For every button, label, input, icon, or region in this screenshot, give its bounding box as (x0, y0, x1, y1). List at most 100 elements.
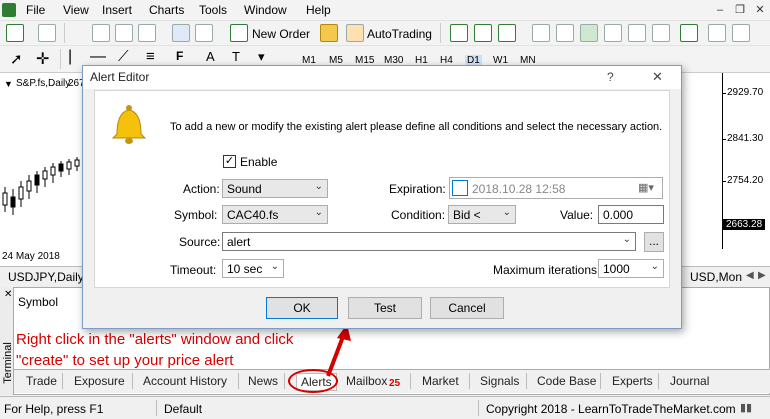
tab-scroll-left-icon[interactable]: ◀ (746, 270, 754, 281)
tab-exposure[interactable]: Exposure (74, 374, 125, 388)
new-order-button[interactable]: New Order (252, 27, 310, 41)
indicators-icon[interactable] (652, 24, 670, 42)
annotation-line-2: "create" to set up your price alert (16, 352, 234, 369)
enable-checkbox[interactable]: ✓ (223, 155, 236, 168)
timeout-select[interactable]: 10 sec ⌄ (222, 259, 284, 278)
condition-select[interactable]: Bid < ⌄ (448, 205, 516, 224)
menu-help[interactable]: Help (306, 3, 331, 17)
strategy-tester-icon[interactable] (195, 24, 213, 42)
help-icon[interactable]: ? (607, 70, 614, 84)
tab-trade[interactable]: Trade (26, 374, 57, 388)
tab-news[interactable]: News (248, 374, 278, 388)
price-label: 2841.30 (727, 133, 764, 144)
tab-scroll-right-icon[interactable]: ▶ (758, 270, 766, 281)
annotation-arrow (326, 324, 351, 377)
menu-insert[interactable]: Insert (102, 3, 132, 17)
action-select[interactable]: Sound ⌄ (222, 179, 328, 198)
data-window-icon[interactable] (115, 24, 133, 42)
cancel-button[interactable]: Cancel (430, 297, 504, 319)
source-select[interactable]: alert ⌄ (222, 232, 636, 251)
toolbar-divider (440, 23, 441, 43)
toolbar-divider (60, 49, 61, 69)
symbol-select[interactable]: CAC40.fs ⌄ (222, 205, 328, 224)
crosshair-icon[interactable]: ✛ (36, 49, 49, 69)
symbol-column-header[interactable]: Symbol (18, 295, 58, 309)
candlesticks (2, 157, 80, 215)
tab-divider (62, 373, 63, 389)
candlestick-icon[interactable] (474, 24, 492, 42)
ok-button[interactable]: OK (266, 297, 338, 319)
close-icon[interactable]: ✕ (652, 69, 663, 85)
dialog-title-bar[interactable]: Alert Editor ? ✕ (83, 66, 681, 89)
tab-divider (284, 373, 285, 389)
max-iterations-label: Maximum iterations: (493, 263, 601, 277)
auto-scroll-icon[interactable] (604, 24, 622, 42)
add-indicator-icon[interactable] (680, 24, 698, 42)
cursor-icon[interactable]: ➚ (10, 50, 23, 68)
line-chart-icon[interactable] (498, 24, 516, 42)
terminal-icon[interactable] (172, 24, 190, 42)
fibonacci-icon[interactable]: F (176, 49, 183, 63)
bar-chart-icon[interactable] (450, 24, 468, 42)
menu-charts[interactable]: Charts (149, 3, 184, 17)
terminal-close-icon[interactable]: ✕ (4, 289, 12, 300)
navigator-icon[interactable] (138, 24, 156, 42)
bell-icon (111, 105, 147, 144)
app-icon[interactable] (2, 3, 16, 17)
chart-tab-usd[interactable]: USD,Mon (690, 270, 742, 284)
tab-journal[interactable]: Journal (670, 374, 709, 388)
current-price-label: 2663.28 (723, 219, 766, 230)
alert-editor-dialog: Alert Editor ? ✕ To add a new or modify … (82, 65, 682, 329)
tab-experts[interactable]: Experts (612, 374, 653, 388)
chart-shift-icon[interactable] (628, 24, 646, 42)
search-icon[interactable] (708, 24, 726, 42)
autotrading-icon[interactable] (346, 24, 364, 42)
expiration-picker[interactable]: 2018.10.28 12:58 ▦▾ (449, 177, 663, 199)
text-tool-icon[interactable]: A (206, 49, 215, 64)
channel-icon[interactable]: ≡ (146, 48, 155, 65)
menu-tools[interactable]: Tools (199, 3, 227, 17)
trendline-icon[interactable]: ⟋ (118, 48, 129, 65)
new-order-icon[interactable] (230, 24, 248, 42)
chart-tab-usdjpy[interactable]: USDJPY,Daily (8, 270, 84, 284)
menu-bar: File View Insert Charts Tools Window Hel… (0, 0, 770, 20)
browse-button[interactable]: ... (644, 232, 664, 252)
settings-icon[interactable] (732, 24, 750, 42)
action-label: Action: (183, 182, 220, 196)
market-watch-icon[interactable] (92, 24, 110, 42)
tab-market[interactable]: Market (422, 374, 459, 388)
tab-signals[interactable]: Signals (480, 374, 519, 388)
autotrading-button[interactable]: AutoTrading (367, 27, 432, 41)
calendar-icon[interactable]: ▦▾ (638, 181, 654, 194)
new-chart-icon[interactable] (6, 24, 24, 42)
test-button[interactable]: Test (348, 297, 422, 319)
profiles-icon[interactable] (38, 24, 56, 42)
horizontal-line-icon[interactable]: — (90, 48, 106, 66)
arrow-tool-icon[interactable]: ▾ (258, 49, 265, 65)
tab-account-history[interactable]: Account History (143, 374, 227, 388)
zoom-out-icon[interactable] (556, 24, 574, 42)
vertical-line-icon[interactable]: | (68, 48, 72, 66)
connection-icon[interactable]: ▮▮ (740, 401, 752, 414)
tile-windows-icon[interactable] (580, 24, 598, 42)
menu-window[interactable]: Window (244, 3, 287, 17)
menu-file[interactable]: File (26, 3, 45, 17)
restore-icon[interactable]: ❐ (732, 3, 748, 17)
max-iterations-select[interactable]: 1000 ⌄ (598, 259, 664, 278)
zoom-in-icon[interactable] (532, 24, 550, 42)
value-input[interactable]: 0.000 (598, 205, 664, 224)
menu-view[interactable]: View (63, 3, 89, 17)
expiration-checkbox[interactable] (452, 180, 468, 196)
tab-code-base[interactable]: Code Base (537, 374, 596, 388)
label-tool-icon[interactable]: T (232, 49, 240, 64)
metaeditor-icon[interactable] (320, 24, 338, 42)
status-divider (156, 400, 157, 416)
tab-divider (526, 373, 527, 389)
mailbox-badge: 25 (389, 378, 401, 389)
minimize-icon[interactable]: – (712, 3, 728, 17)
tab-divider (410, 373, 411, 389)
close-icon[interactable]: ✕ (752, 3, 768, 17)
price-tick (722, 93, 726, 94)
dialog-body: To add a new or modify the existing aler… (94, 90, 670, 288)
status-profile[interactable]: Default (164, 402, 202, 416)
